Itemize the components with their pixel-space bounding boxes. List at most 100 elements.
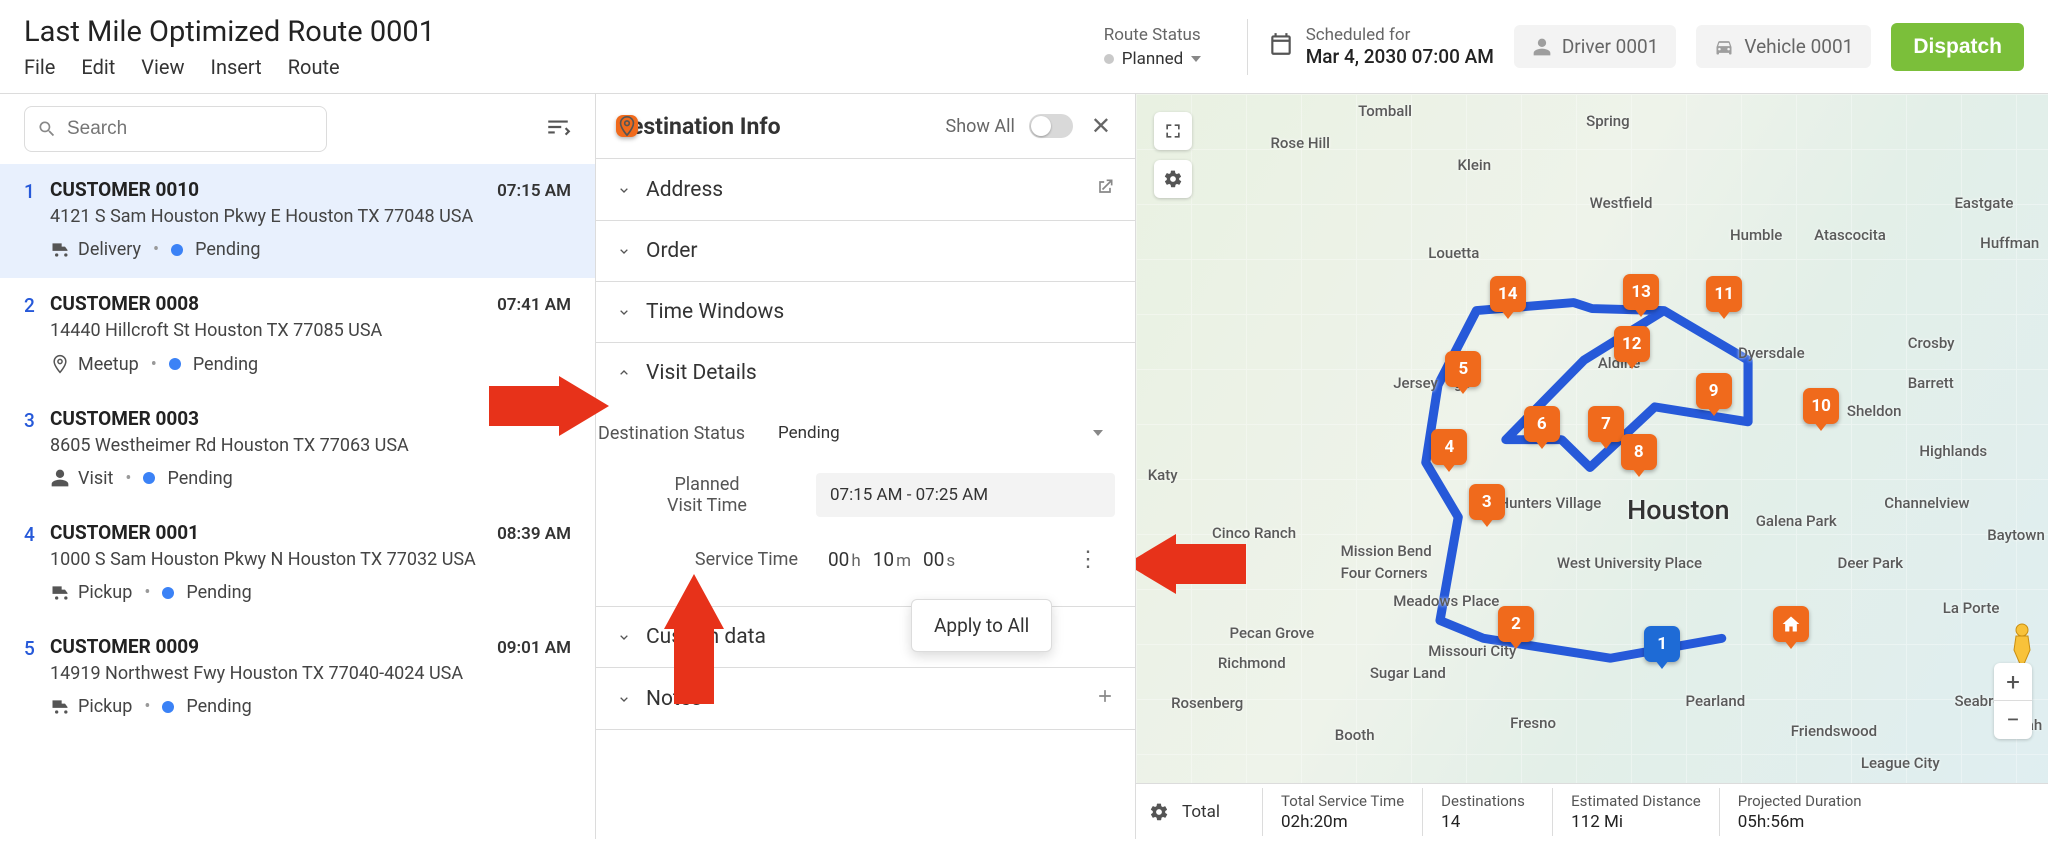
stop-item[interactable]: 5CUSTOMER 000909:01 AM14919 Northwest Fw… xyxy=(0,621,595,735)
chevron-down-icon xyxy=(616,691,632,707)
stops-list[interactable]: 1CUSTOMER 001007:15 AM4121 S Sam Houston… xyxy=(0,164,595,839)
map-pin[interactable]: 12 xyxy=(1614,326,1650,362)
topbar-left: Last Mile Optimized Route 0001 File Edit… xyxy=(24,0,1104,93)
search-row xyxy=(0,94,595,164)
apply-to-all-popover[interactable]: Apply to All xyxy=(911,599,1052,652)
planned-visit-label: Planned Visit Time xyxy=(616,474,816,516)
chevron-up-icon xyxy=(616,365,632,381)
service-time-input[interactable]: 00h 10m 00s ⋮ xyxy=(816,537,1115,582)
status-dot-icon xyxy=(162,701,174,713)
stop-item[interactable]: 4 CUSTOMER 0001 08:39 AM 1000 S Sam Houston… xyxy=(0,507,595,621)
service-time-label: Service Time xyxy=(616,549,816,570)
pin-icon xyxy=(616,115,638,137)
menu-insert[interactable]: Insert xyxy=(211,55,262,79)
dest-info-header: Destination Info Show All ✕ xyxy=(596,94,1135,159)
stop-address: 4121 S Sam Houston Pkwy E Houston TX 770… xyxy=(50,205,571,229)
stop-type: Delivery xyxy=(50,239,141,260)
show-all-toggle[interactable] xyxy=(1029,114,1073,138)
map-pin[interactable]: 4 xyxy=(1431,429,1467,465)
chevron-down-icon xyxy=(616,243,632,259)
route-status-select[interactable]: Planned xyxy=(1104,49,1227,69)
map-panel[interactable]: HoustonTomballSpringRose HillKleinWestfi… xyxy=(1136,94,2048,839)
status-dot-icon xyxy=(162,587,174,599)
section-order[interactable]: Order xyxy=(596,221,1135,282)
map-pin[interactable]: 8 xyxy=(1621,434,1657,470)
zoom-out-button[interactable]: − xyxy=(1994,701,2032,739)
zoom-controls: + − xyxy=(1994,663,2032,739)
scheduled-for[interactable]: Scheduled for Mar 4, 2030 07:00 AM xyxy=(1268,25,1494,68)
vehicle-icon xyxy=(1714,37,1734,57)
map-pin[interactable]: 14 xyxy=(1490,276,1526,312)
dest-status-row: Destination Status Pending xyxy=(596,403,1135,463)
destination-info-panel: Destination Info Show All ✕ Address Orde… xyxy=(596,94,1136,839)
section-address[interactable]: Address xyxy=(596,159,1135,221)
close-icon[interactable]: ✕ xyxy=(1087,112,1115,140)
section-time-windows[interactable]: Time Windows xyxy=(596,282,1135,343)
search-box[interactable] xyxy=(24,106,327,152)
map-pin[interactable]: 3 xyxy=(1469,484,1505,520)
driver-label: Driver 0001 xyxy=(1562,35,1659,58)
map-pin[interactable]: 6 xyxy=(1524,406,1560,442)
sort-icon[interactable] xyxy=(545,114,571,145)
top-bar: Last Mile Optimized Route 0001 File Edit… xyxy=(0,0,2048,94)
menu-route[interactable]: Route xyxy=(288,55,340,79)
map-settings-button[interactable] xyxy=(1154,160,1192,198)
annotation-arrow-up xyxy=(664,574,724,704)
map-controls-top-left xyxy=(1154,112,1192,198)
map-pin[interactable]: 13 xyxy=(1623,274,1659,310)
stop-address: 1000 S Sam Houston Pkwy N Houston TX 770… xyxy=(50,548,571,572)
dest-status-select[interactable]: Pending xyxy=(766,413,1115,453)
show-all-label: Show All xyxy=(946,116,1015,137)
route-status: Route Status Planned xyxy=(1104,25,1227,69)
stop-customer: CUSTOMER 0001 xyxy=(50,521,199,544)
search-input[interactable] xyxy=(65,117,314,141)
summary-cell: Total Service Time02h:20m xyxy=(1262,788,1422,836)
fullscreen-button[interactable] xyxy=(1154,112,1192,150)
scheduled-label: Scheduled for xyxy=(1306,25,1494,45)
menu-file[interactable]: File xyxy=(24,55,55,79)
stop-status: Pending xyxy=(195,239,260,260)
map-pin[interactable]: 2 xyxy=(1498,606,1534,642)
stop-customer: CUSTOMER 0008 xyxy=(50,292,199,315)
add-icon[interactable] xyxy=(1095,686,1115,711)
stop-type: Pickup xyxy=(50,696,132,717)
stop-time: 08:39 AM xyxy=(497,524,571,544)
stop-customer: CUSTOMER 0003 xyxy=(50,407,199,430)
stop-number: 3 xyxy=(24,409,35,432)
route-status-label: Route Status xyxy=(1104,25,1227,45)
status-dot-icon xyxy=(169,358,181,370)
stop-address: 8605 Westheimer Rd Houston TX 77063 USA xyxy=(50,434,571,458)
map-pin[interactable]: 10 xyxy=(1803,388,1839,424)
stop-customer: CUSTOMER 0009 xyxy=(50,635,199,658)
summary-cell: Projected Duration05h:56m xyxy=(1719,788,1880,836)
main: 1CUSTOMER 001007:15 AM4121 S Sam Houston… xyxy=(0,94,2048,839)
open-external-icon[interactable] xyxy=(1095,177,1115,202)
map-pin[interactable]: 7 xyxy=(1588,406,1624,442)
map-pin[interactable]: 9 xyxy=(1696,373,1732,409)
driver-chip[interactable]: Driver 0001 xyxy=(1514,25,1677,68)
summary-settings-icon[interactable] xyxy=(1136,802,1182,822)
dispatch-button[interactable]: Dispatch xyxy=(1891,23,2024,71)
map-pin[interactable]: 5 xyxy=(1445,351,1481,387)
vehicle-chip[interactable]: Vehicle 0001 xyxy=(1696,25,1871,68)
search-icon xyxy=(37,119,57,139)
map-pin[interactable]: 1 xyxy=(1644,626,1680,662)
map-pin-home[interactable] xyxy=(1773,606,1809,642)
zoom-in-button[interactable]: + xyxy=(1994,663,2032,701)
dest-info-title: Destination Info xyxy=(616,113,932,140)
caret-down-icon xyxy=(1191,56,1201,62)
kebab-icon[interactable]: ⋮ xyxy=(1073,547,1103,572)
status-dot-icon xyxy=(171,244,183,256)
stop-number: 4 xyxy=(24,523,35,546)
stop-type: Pickup xyxy=(50,582,132,603)
map-pin[interactable]: 11 xyxy=(1706,276,1742,312)
stop-time: 07:15 AM xyxy=(497,181,571,201)
menu-edit[interactable]: Edit xyxy=(81,55,115,79)
menu-view[interactable]: View xyxy=(141,55,184,79)
planned-visit-row: Planned Visit Time 07:15 AM - 07:25 AM xyxy=(596,463,1135,527)
annotation-arrow-left xyxy=(489,376,609,436)
stop-status: Pending xyxy=(167,468,232,489)
stop-item[interactable]: 1CUSTOMER 001007:15 AM4121 S Sam Houston… xyxy=(0,164,595,278)
summary-bar: Total Total Service Time02h:20mDestinati… xyxy=(1136,783,2048,839)
section-visit-details[interactable]: Visit Details xyxy=(596,343,1135,403)
